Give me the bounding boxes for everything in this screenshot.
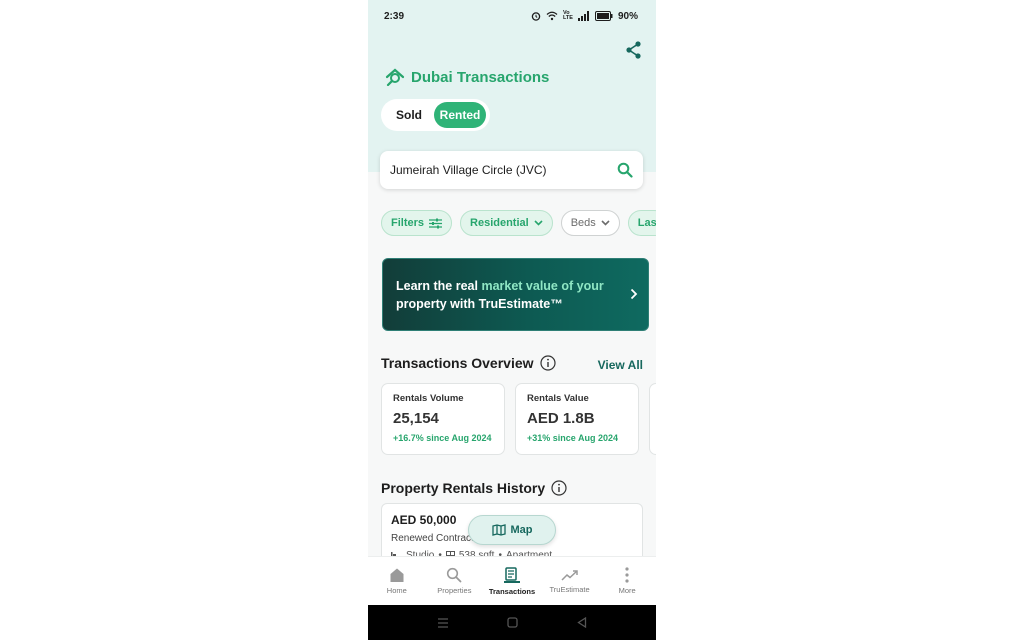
overview-heading: Transactions Overview xyxy=(381,355,556,371)
header-area: 2:39 Vo LTE 90% Dubai Transactions Sold … xyxy=(368,0,656,172)
chevron-right-icon xyxy=(630,288,638,300)
page-title: Dubai Transactions xyxy=(411,68,550,86)
beds-chip[interactable]: Beds xyxy=(560,210,620,236)
back-icon[interactable] xyxy=(577,617,587,628)
battery-percent: 90% xyxy=(617,10,638,22)
card-change: +16.7% since Aug 2024 xyxy=(393,433,492,443)
history-title: Property Rentals History xyxy=(381,480,546,496)
card-change: +31% since Aug 2024 xyxy=(527,433,618,443)
wifi-icon xyxy=(546,11,558,21)
bottom-nav: Home Properties Transactions TruEstimate… xyxy=(368,556,656,605)
filters-chip-label: Filters xyxy=(391,217,425,229)
nav-properties[interactable]: Properties xyxy=(426,557,484,605)
nav-more[interactable]: More xyxy=(598,557,656,605)
trend-icon xyxy=(561,570,578,581)
search-input[interactable]: Jumeirah Village Circle (JVC) xyxy=(390,163,547,177)
home-button-icon[interactable] xyxy=(507,617,519,628)
nav-label: Properties xyxy=(437,586,472,595)
status-icons: Vo LTE 90% xyxy=(531,10,638,22)
search-icon xyxy=(447,567,462,583)
nav-truestimate[interactable]: TruEstimate xyxy=(541,557,599,605)
nav-label: TruEstimate xyxy=(549,585,590,594)
map-icon xyxy=(491,524,506,536)
banner-text: Learn the real market value of your prop… xyxy=(396,277,616,313)
card-label: Rentals Volume xyxy=(393,393,464,404)
sliders-icon xyxy=(429,218,443,228)
overview-title: Transactions Overview xyxy=(381,355,534,371)
signal-icon xyxy=(577,11,589,21)
nav-label: Transactions xyxy=(488,586,536,596)
residential-chip-label: Residential xyxy=(470,217,529,229)
map-button[interactable]: Map xyxy=(468,515,556,545)
transactions-logo-icon xyxy=(385,68,405,86)
search-icon[interactable] xyxy=(617,162,633,178)
card-value: AED 1.8B xyxy=(527,410,595,427)
banner-highlight: market value of your xyxy=(481,278,604,293)
status-time: 2:39 xyxy=(384,10,405,22)
toggle-sold[interactable]: Sold xyxy=(384,102,434,128)
info-icon[interactable] xyxy=(539,355,556,371)
phone-screen: 2:39 Vo LTE 90% Dubai Transactions Sold … xyxy=(368,0,656,640)
search-field[interactable]: Jumeirah Village Circle (JVC) xyxy=(380,151,643,189)
map-button-label: Map xyxy=(510,524,533,536)
nav-transactions[interactable]: Transactions xyxy=(483,557,541,605)
nav-label: More xyxy=(618,586,636,595)
alarm-icon xyxy=(531,12,541,21)
banner-text-start: Learn the real xyxy=(396,278,482,293)
filters-chip[interactable]: Filters xyxy=(381,210,453,236)
volte-label: Vo LTE xyxy=(562,10,573,21)
card-value: 25,154 xyxy=(393,410,439,427)
overview-card[interactable]: Rentals Value AED 1.8B +31% since Aug 20… xyxy=(515,383,639,455)
more-icon xyxy=(625,567,629,583)
share-icon xyxy=(626,41,641,59)
chevron-down-icon xyxy=(534,220,543,226)
banner-text-end: property with TruEstimate™ xyxy=(396,296,563,311)
status-bar: 2:39 Vo LTE 90% xyxy=(368,0,656,32)
truestimate-banner[interactable]: Learn the real market value of your prop… xyxy=(382,258,649,331)
sold-rented-toggle[interactable]: Sold Rented xyxy=(381,99,490,131)
overview-card[interactable]: Rentals Volume 25,154 +16.7% since Aug 2… xyxy=(381,383,505,455)
card-label: Rentals Value xyxy=(527,393,589,404)
toggle-rented[interactable]: Rented xyxy=(434,102,486,128)
share-button[interactable] xyxy=(624,40,644,60)
last-chip[interactable]: Las xyxy=(627,210,656,236)
view-all-link[interactable]: View All xyxy=(598,358,643,372)
residential-chip[interactable]: Residential xyxy=(460,210,553,236)
overview-card[interactable]: A A + xyxy=(649,383,656,455)
system-nav-bar xyxy=(368,605,656,640)
info-icon[interactable] xyxy=(551,480,567,496)
brand: Dubai Transactions xyxy=(385,68,549,86)
nav-home[interactable]: Home xyxy=(368,557,426,605)
transactions-icon xyxy=(503,566,520,583)
chevron-down-icon xyxy=(601,220,610,226)
battery-icon xyxy=(594,11,613,21)
nav-label: Home xyxy=(386,586,407,595)
last-chip-label: Las xyxy=(637,217,656,229)
recent-apps-icon[interactable] xyxy=(437,617,449,628)
beds-chip-label: Beds xyxy=(570,217,596,229)
history-heading: Property Rentals History xyxy=(381,480,567,496)
filter-chips: Filters Residential Beds Las xyxy=(381,210,656,236)
home-icon xyxy=(390,568,404,582)
overview-cards: Rentals Volume 25,154 +16.7% since Aug 2… xyxy=(381,383,656,455)
